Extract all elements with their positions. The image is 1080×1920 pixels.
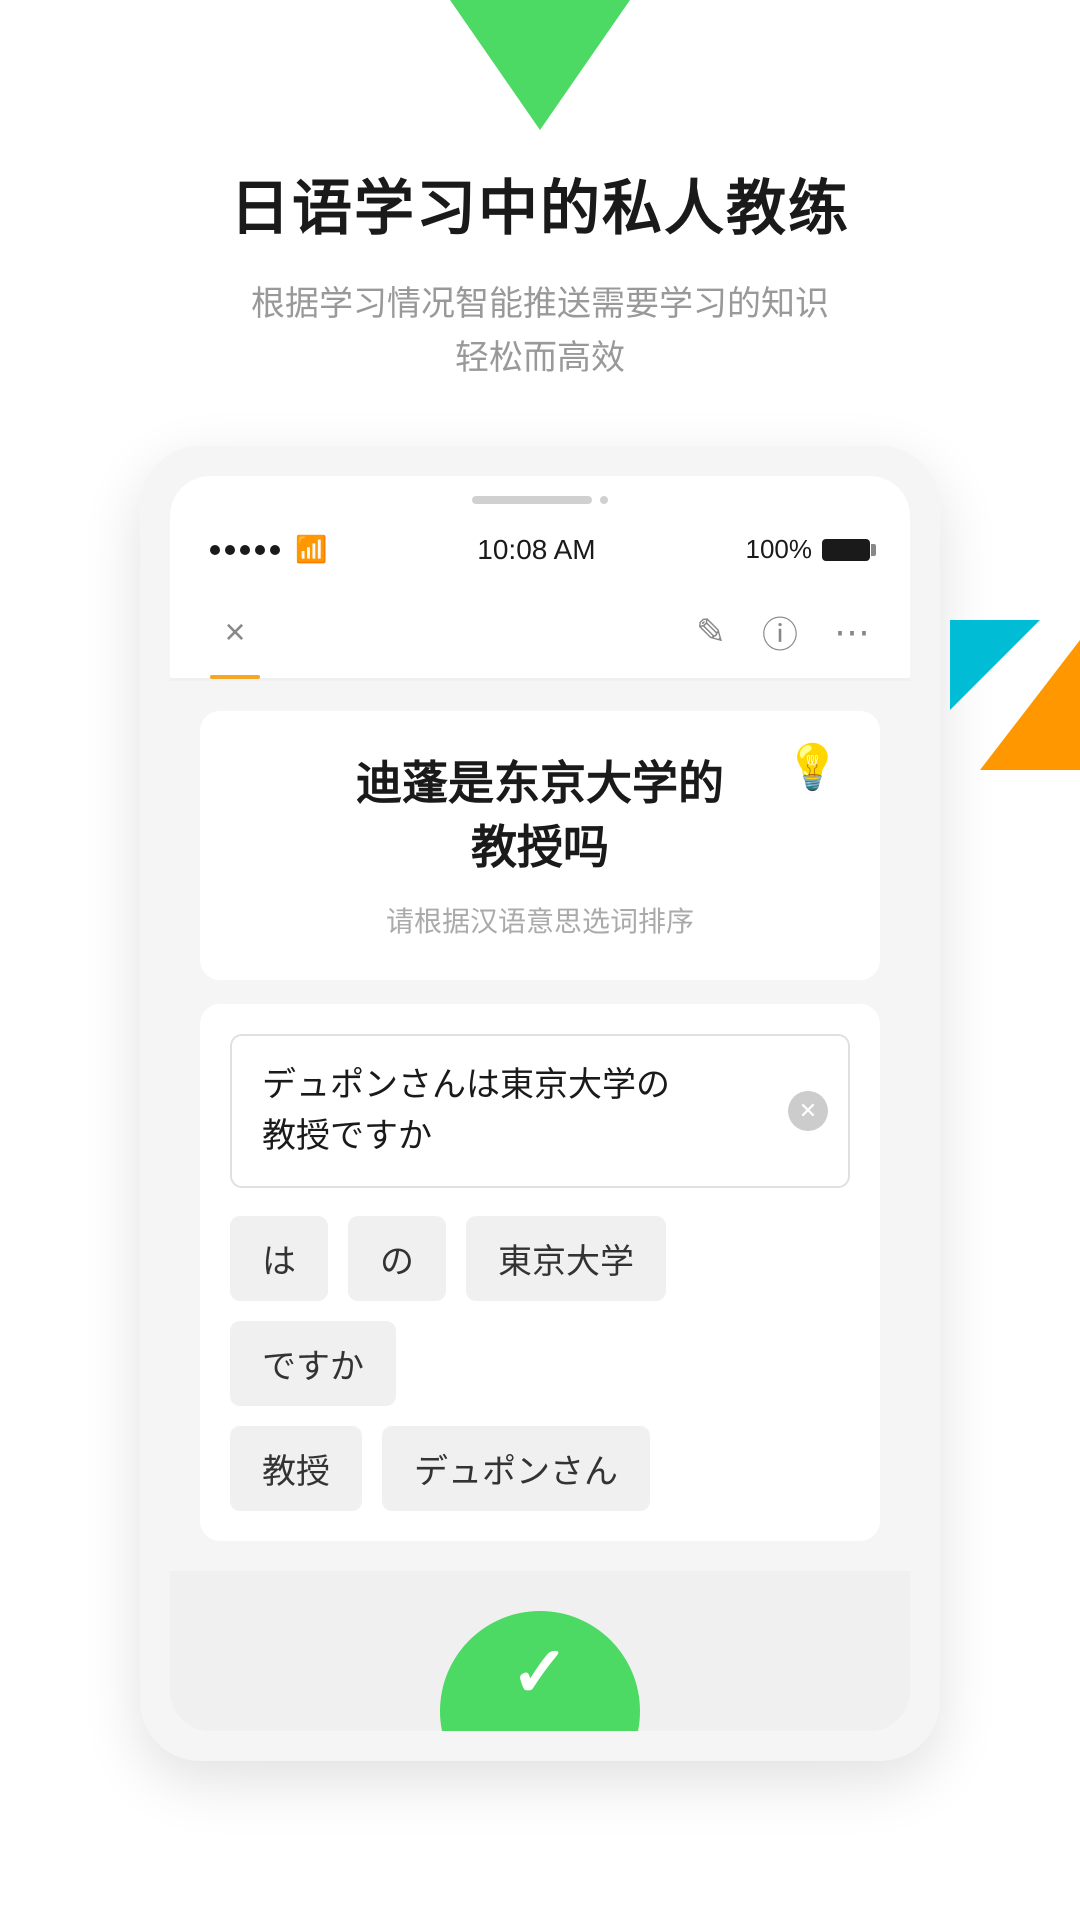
- subtitle: 根据学习情况智能推送需要学习的知识 轻松而高效: [251, 277, 829, 386]
- subtitle-line2: 轻松而高效: [455, 339, 625, 377]
- word-chip-dyupon-san[interactable]: デュポンさん: [382, 1426, 650, 1511]
- right-decoration: [950, 620, 1080, 780]
- status-bar-container: 📶 10:08 AM 100%: [170, 476, 910, 586]
- answer-card: デュポンさんは東京大学の 教授ですか ✕ は の 東京大学: [200, 1004, 880, 1541]
- status-left: 📶: [210, 534, 327, 565]
- word-chip-ha[interactable]: は: [230, 1216, 328, 1301]
- answer-input-area[interactable]: デュポンさんは東京大学の 教授ですか ✕: [230, 1034, 850, 1188]
- close-button[interactable]: ×: [210, 607, 260, 657]
- check-circle[interactable]: ✓: [440, 1611, 640, 1731]
- phone-mockup: 📶 10:08 AM 100% × ✎ ⓘ ⋯: [140, 446, 940, 1761]
- signal-dot: [270, 545, 280, 555]
- edit-icon[interactable]: ✎: [696, 611, 726, 653]
- scroll-dot: [600, 496, 608, 504]
- answer-line1: デュポンさんは東京大学の: [262, 1066, 670, 1104]
- word-chips-row-1: は の 東京大学 ですか: [230, 1216, 850, 1406]
- orange-triangle: [980, 640, 1080, 770]
- phone-body: 💡 迪蓬是东京大学的 教授吗 请根据汉语意思选词排序 デュポンさんは東京大学の …: [170, 681, 910, 1571]
- word-chips-container: は の 東京大学 ですか 教授 デュポンさん: [230, 1216, 850, 1511]
- signal-dots: [210, 545, 280, 555]
- answer-text: デュポンさんは東京大学の 教授ですか: [262, 1060, 818, 1162]
- battery-bar: [822, 539, 870, 561]
- more-icon[interactable]: ⋯: [834, 611, 870, 653]
- signal-dot: [210, 545, 220, 555]
- clear-button[interactable]: ✕: [788, 1091, 828, 1131]
- battery-percentage: 100%: [746, 534, 813, 565]
- question-hint: 请根据汉语意思选词排序: [250, 900, 830, 940]
- subtitle-line1: 根据学习情况智能推送需要学习的知识: [251, 285, 829, 323]
- phone-inner: 📶 10:08 AM 100% × ✎ ⓘ ⋯: [170, 476, 910, 1731]
- bottom-section: ✓: [170, 1571, 910, 1731]
- signal-dot: [225, 545, 235, 555]
- scroll-indicator: [210, 496, 870, 524]
- word-chip-desuka[interactable]: ですか: [230, 1321, 396, 1406]
- check-icon: ✓: [511, 1631, 570, 1713]
- question-line2: 教授吗: [471, 821, 609, 873]
- toolbar-icons: ✎ ⓘ ⋯: [696, 606, 870, 658]
- word-chip-tokyo-daigaku[interactable]: 東京大学: [466, 1216, 666, 1301]
- question-line1: 迪蓬是东京大学的: [356, 757, 724, 809]
- status-right: 100%: [746, 534, 871, 565]
- main-title: 日语学习中的私人教练: [230, 160, 850, 247]
- hint-lightbulb-icon: 💡: [785, 741, 840, 793]
- status-time: 10:08 AM: [477, 534, 595, 566]
- help-icon[interactable]: ⓘ: [762, 606, 798, 658]
- question-text: 迪蓬是东京大学的 教授吗: [250, 751, 830, 880]
- toolbar: × ✎ ⓘ ⋯: [170, 586, 910, 681]
- word-chip-kyouju[interactable]: 教授: [230, 1426, 362, 1511]
- question-card: 💡 迪蓬是东京大学的 教授吗 请根据汉语意思选词排序: [200, 711, 880, 980]
- clear-icon: ✕: [799, 1098, 817, 1124]
- answer-line2: 教授ですか: [262, 1117, 432, 1155]
- wifi-icon: 📶: [295, 534, 327, 565]
- signal-dot: [240, 545, 250, 555]
- close-icon: ×: [224, 611, 245, 653]
- status-bar: 📶 10:08 AM 100%: [210, 524, 870, 586]
- signal-dot: [255, 545, 265, 555]
- word-chips-row-2: 教授 デュポンさん: [230, 1426, 850, 1511]
- word-chip-no[interactable]: の: [348, 1216, 446, 1301]
- scroll-bar: [472, 496, 592, 504]
